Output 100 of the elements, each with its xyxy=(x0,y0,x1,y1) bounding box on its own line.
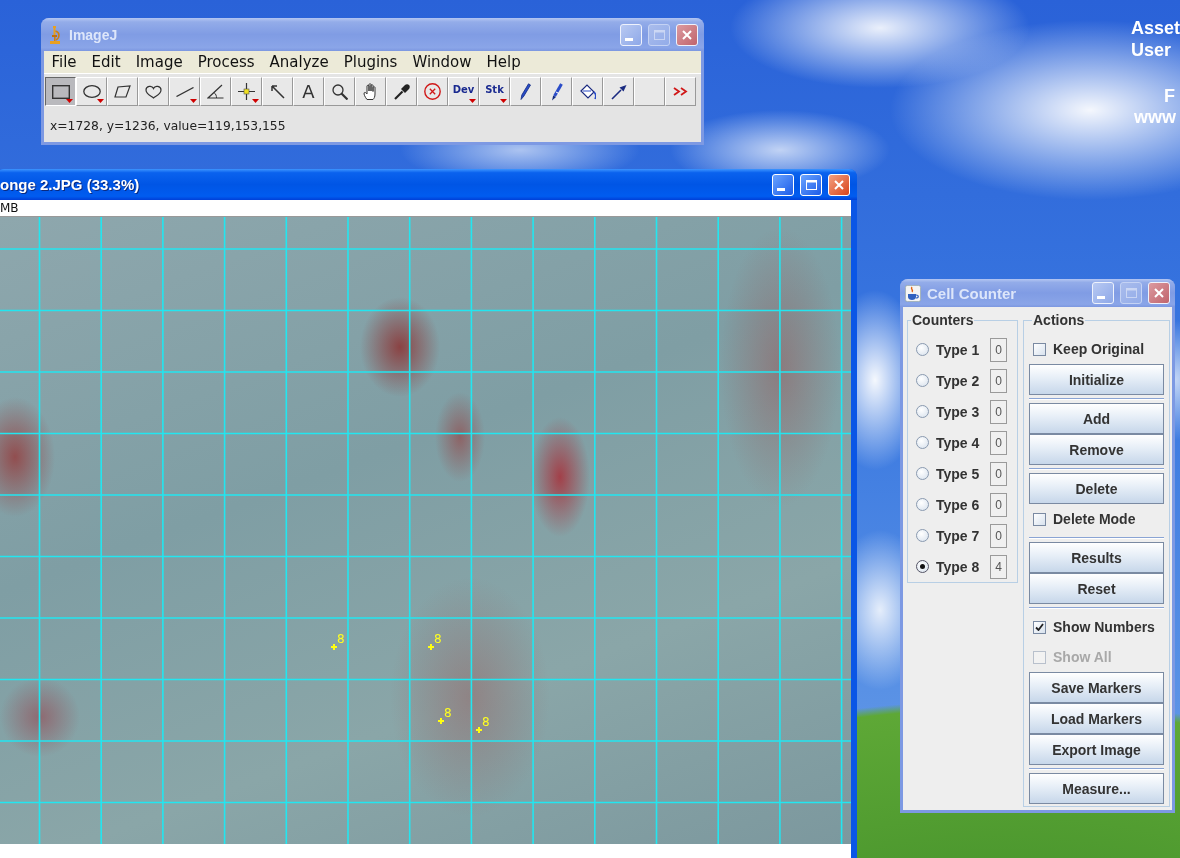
close-icon xyxy=(1154,288,1164,298)
maximize-icon xyxy=(653,29,665,40)
oval-icon xyxy=(82,85,101,98)
minimize-icon xyxy=(625,37,633,41)
angle-icon xyxy=(207,84,224,99)
checkbox-label: Show Numbers xyxy=(1053,619,1155,635)
radio-button[interactable] xyxy=(916,529,929,542)
close-icon xyxy=(834,179,844,190)
menu-item[interactable]: Edit xyxy=(84,53,129,71)
hand-icon xyxy=(363,83,378,100)
window-title: ImageJ xyxy=(69,26,118,43)
count-field: 0 xyxy=(990,399,1007,424)
action-button[interactable]: Measure... xyxy=(1029,773,1164,804)
action-button[interactable]: Reset xyxy=(1029,573,1164,604)
close-icon xyxy=(682,29,692,40)
menu-item[interactable]: Window xyxy=(404,53,480,71)
radio-button[interactable] xyxy=(916,436,929,449)
image-info-text: MB xyxy=(0,200,851,217)
magnifier-icon xyxy=(331,83,348,100)
pipette-icon xyxy=(610,83,627,100)
counter-label: Type 5 xyxy=(936,465,981,482)
radio-button[interactable] xyxy=(916,405,929,418)
marker-icon xyxy=(428,644,434,650)
radio-button[interactable] xyxy=(916,343,929,356)
action-button[interactable]: Save Markers xyxy=(1029,672,1164,703)
counter-label: Type 7 xyxy=(936,527,981,544)
freehand-shape-icon xyxy=(145,84,162,99)
desktop-text: www xyxy=(1134,107,1176,128)
action-button[interactable]: Results xyxy=(1029,542,1164,573)
window-title: Cell Counter xyxy=(927,284,1017,302)
action-button[interactable]: Remove xyxy=(1029,434,1164,465)
count-field: 0 xyxy=(990,337,1007,362)
tool-button[interactable] xyxy=(45,77,76,106)
tool-button[interactable]: A xyxy=(293,77,324,106)
panel-title: Actions xyxy=(1032,313,1086,328)
maximize-icon xyxy=(1125,288,1137,298)
checkbox-label: Keep Original xyxy=(1053,341,1145,357)
tool-button[interactable]: Stk xyxy=(479,77,510,106)
marker-icon xyxy=(331,644,337,650)
counter-label: Type 2 xyxy=(936,372,981,389)
window-title: onge 2.JPG (33.3%) xyxy=(0,176,140,193)
checkbox[interactable] xyxy=(1033,512,1046,526)
minimize-icon xyxy=(1097,296,1105,299)
marker-label: 8 xyxy=(337,633,345,646)
action-button[interactable]: Export Image xyxy=(1029,734,1164,765)
desktop-text: F xyxy=(1164,86,1175,107)
counter-label: Type 4 xyxy=(936,434,981,451)
count-field: 4 xyxy=(990,554,1007,579)
counter-label: Type 3 xyxy=(936,403,981,420)
marker-label: 8 xyxy=(444,707,452,720)
count-field: 0 xyxy=(990,461,1007,486)
menu-item[interactable]: Plugins xyxy=(336,53,405,71)
menu-item[interactable]: File xyxy=(44,53,85,71)
checkbox-label: Show All xyxy=(1053,649,1112,665)
count-field: 0 xyxy=(990,523,1007,548)
action-button[interactable]: Delete xyxy=(1029,473,1164,504)
crosshair-icon xyxy=(238,83,255,100)
action-button[interactable]: Initialize xyxy=(1029,364,1164,395)
checkbox[interactable] xyxy=(1033,620,1046,634)
tool-button[interactable]: Dev xyxy=(448,77,479,106)
panel-title: Counters xyxy=(911,313,975,328)
close-button[interactable] xyxy=(1148,282,1170,304)
line-icon xyxy=(175,86,194,97)
counter-label: Type 6 xyxy=(936,496,981,513)
menu-item[interactable]: Help xyxy=(479,53,529,71)
minimize-icon xyxy=(777,187,785,191)
radio-button[interactable] xyxy=(916,560,929,573)
action-button[interactable]: Load Markers xyxy=(1029,703,1164,734)
action-button[interactable]: Add xyxy=(1029,403,1164,434)
checkmark-icon xyxy=(1035,623,1044,631)
counter-label: Type 8 xyxy=(936,558,981,575)
count-field: 0 xyxy=(990,430,1007,455)
marker-icon xyxy=(476,727,482,733)
menu-item[interactable]: Image xyxy=(128,53,191,71)
double-chevron-icon xyxy=(673,87,688,96)
radio-button[interactable] xyxy=(916,374,929,387)
marker-label: 8 xyxy=(434,633,442,646)
menu-item[interactable]: Process xyxy=(190,53,263,71)
coffee-cup-icon xyxy=(905,284,921,302)
desktop-text: Asset xyxy=(1131,18,1180,39)
desktop-text: User xyxy=(1131,40,1172,61)
marker-label: 8 xyxy=(482,716,490,729)
radio-button[interactable] xyxy=(916,467,929,480)
circle-x-icon xyxy=(424,83,441,100)
counter-label: Type 1 xyxy=(936,341,981,358)
close-button[interactable] xyxy=(676,23,698,46)
marker-icon xyxy=(438,718,444,724)
maximize-icon xyxy=(805,179,817,190)
menu-item[interactable]: Analyze xyxy=(262,53,337,71)
paint-bucket-icon xyxy=(579,83,596,100)
pencil-icon xyxy=(520,83,531,100)
microscope-icon xyxy=(49,25,61,44)
count-field: 0 xyxy=(990,492,1007,517)
eyedropper-icon xyxy=(393,83,410,100)
checkbox-label: Delete Mode xyxy=(1053,511,1136,527)
checkbox[interactable] xyxy=(1033,342,1046,356)
rectangle-icon xyxy=(51,84,70,99)
count-field: 0 xyxy=(990,368,1007,393)
radio-button[interactable] xyxy=(916,498,929,511)
polygon-icon xyxy=(114,85,131,98)
